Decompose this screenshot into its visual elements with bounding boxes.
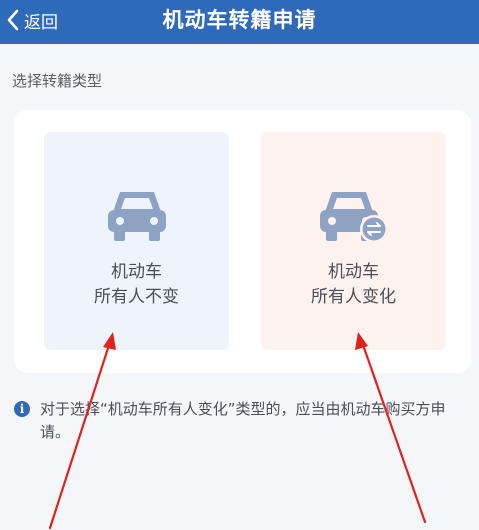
info-icon: i xyxy=(14,401,30,417)
option-label: 机动车 所有人变化 xyxy=(261,260,446,310)
option-label-line2: 所有人变化 xyxy=(311,287,396,307)
car-transfer-icon-wrap xyxy=(261,188,446,246)
option-label-line2: 所有人不变 xyxy=(94,287,179,307)
option-label-line1: 机动车 xyxy=(328,262,379,282)
car-icon xyxy=(107,192,166,241)
car-icon-wrap xyxy=(44,188,229,242)
app-header: 返回 机动车转籍申请 xyxy=(0,0,479,44)
car-transfer-icon xyxy=(319,192,388,243)
section-label: 选择转籍类型 xyxy=(12,72,103,90)
option-label-line1: 机动车 xyxy=(111,262,162,282)
notice: i 对于选择“机动车所有人变化”类型的，应当由机动车购买方申请。 xyxy=(14,398,469,444)
page-title: 机动车转籍申请 xyxy=(162,8,317,32)
notice-text: 对于选择“机动车所有人变化”类型的，应当由机动车购买方申请。 xyxy=(40,400,446,441)
transfer-type-panel: 机动车 所有人不变 机动车 所有人变化 xyxy=(14,110,471,373)
option-label: 机动车 所有人不变 xyxy=(44,260,229,310)
option-owner-changed[interactable]: 机动车 所有人变化 xyxy=(261,132,446,350)
option-owner-unchanged[interactable]: 机动车 所有人不变 xyxy=(44,132,229,350)
